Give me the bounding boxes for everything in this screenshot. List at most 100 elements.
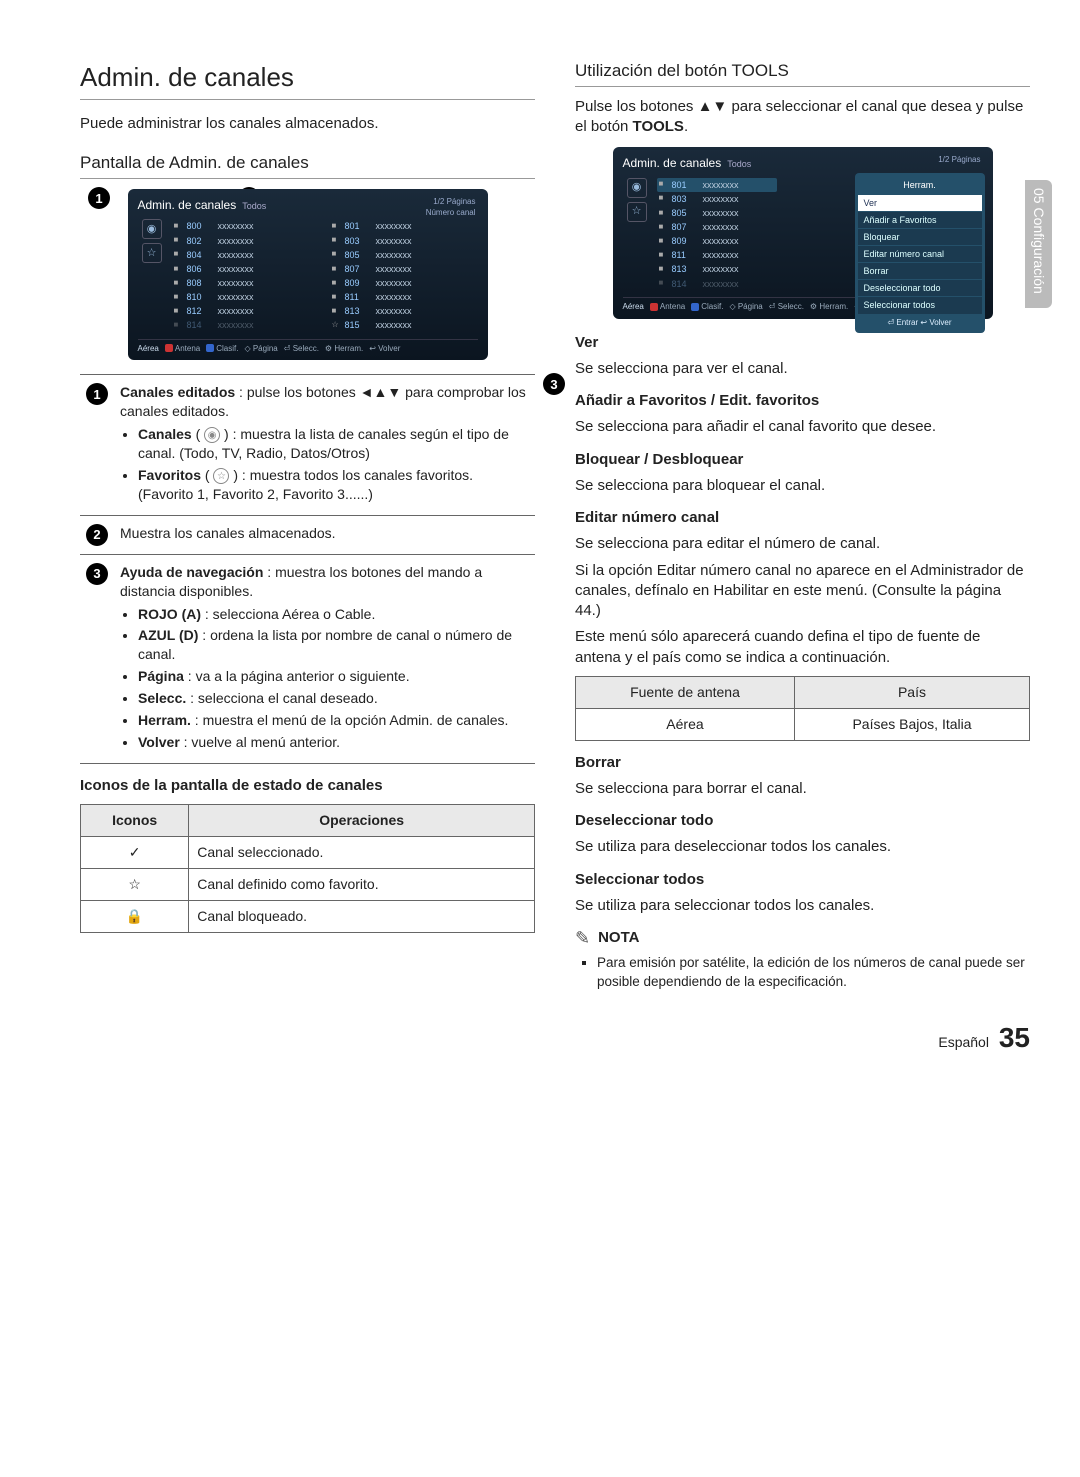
channel-row: ■805xxxxxxxx xyxy=(657,206,777,220)
sec-ver-t: Se selecciona para ver el canal. xyxy=(575,359,1030,379)
sec-bor-h: Borrar xyxy=(575,753,1030,773)
tv-callouts: 1 2 Admin. de canales Todos 1/2 Páginas … xyxy=(80,189,535,360)
desc1-li2-title: Favoritos xyxy=(138,467,201,483)
tools-intro: Pulse los botones ▲▼ para seleccionar el… xyxy=(575,97,1030,138)
tv1-selecc: Selecc. xyxy=(293,344,319,353)
sec-fav-t: Se selecciona para añadir el canal favor… xyxy=(575,417,1030,437)
channel-row: ☆815xxxxxxxx xyxy=(330,318,478,332)
icons-r3: Canal bloqueado. xyxy=(189,900,535,932)
favorites-inline-icon: ☆ xyxy=(213,468,229,484)
section-tab: 05 Configuración xyxy=(1025,180,1052,308)
tv2-herram: Herram. xyxy=(819,302,848,311)
channel-row: ■813xxxxxxxx xyxy=(330,304,478,318)
tv2-subtitle: Todos xyxy=(727,158,751,170)
nota-label: NOTA xyxy=(598,928,639,948)
country-table: Fuente de antena País Aérea Países Bajos… xyxy=(575,676,1030,741)
desc3-li5-title: Herram. xyxy=(138,712,191,728)
channel-row: ■814xxxxxxxx xyxy=(172,318,320,332)
tv1-antena: Antena xyxy=(175,344,200,353)
tv1-volver: Volver xyxy=(378,344,400,353)
favorites-icon: ☆ xyxy=(627,202,647,222)
tv2-meta1: 1/2 Páginas xyxy=(938,155,980,166)
tv1-pagina: Página xyxy=(253,344,278,353)
sec-bor-t: Se selecciona para borrar el canal. xyxy=(575,779,1030,799)
tools-menu-item: Seleccionar todos xyxy=(858,297,982,313)
sec-des-h: Deseleccionar todo xyxy=(575,811,1030,831)
channel-row: ■808xxxxxxxx xyxy=(172,276,320,290)
channel-row: ■805xxxxxxxx xyxy=(330,248,478,262)
left-column: Admin. de canales Puede administrar los … xyxy=(80,60,535,995)
sec-bloq-h: Bloquear / Desbloquear xyxy=(575,450,1030,470)
channel-row: ■810xxxxxxxx xyxy=(172,290,320,304)
favorites-icon: ☆ xyxy=(142,243,162,263)
icons-heading: Iconos de la pantalla de estado de canal… xyxy=(80,776,535,796)
channels-icon: ◉ xyxy=(627,178,647,198)
icons-th2: Operaciones xyxy=(189,805,535,837)
channel-row: ■813xxxxxxxx xyxy=(657,262,777,276)
desc1-li1-title: Canales xyxy=(138,426,192,442)
sec-edit-t2: Si la opción Editar número canal no apar… xyxy=(575,561,1030,622)
channel-row: ■807xxxxxxxx xyxy=(330,262,478,276)
channel-row: ■801xxxxxxxx xyxy=(330,219,478,233)
desc2-text: Muestra los canales almacenados. xyxy=(114,515,535,554)
sec-bloq-t: Se selecciona para bloquear el canal. xyxy=(575,476,1030,496)
subheading-tools: Utilización del botón TOOLS xyxy=(575,60,1030,87)
channel-row: ■806xxxxxxxx xyxy=(172,262,320,276)
ctry-c2: Países Bajos, Italia xyxy=(794,708,1029,740)
desc3-li6-title: Volver xyxy=(138,734,180,750)
desc1-li1-text: : muestra la lista de canales según el t… xyxy=(138,426,509,461)
tv2-title: Admin. de canales xyxy=(623,155,722,171)
channel-row: ■811xxxxxxxx xyxy=(330,290,478,304)
desc3-li1-text: : selecciona Aérea o Cable. xyxy=(201,606,375,622)
tv1-meta1: 1/2 Páginas xyxy=(426,197,476,208)
tv2-clasif: Clasif. xyxy=(701,302,723,311)
callout-descriptions: 1 Canales editados : pulse los botones ◄… xyxy=(80,374,535,763)
channel-row: ■804xxxxxxxx xyxy=(172,248,320,262)
tv-screenshot-2: Admin. de canales Todos 1/2 Páginas ◉ ☆ … xyxy=(613,147,993,318)
tv2-selecc: Selecc. xyxy=(778,302,804,311)
sec-sel-h: Seleccionar todos xyxy=(575,870,1030,890)
sec-edit-h: Editar número canal xyxy=(575,508,1030,528)
icons-table: Iconos Operaciones ✓Canal seleccionado. … xyxy=(80,804,535,933)
page-footer: Español 35 xyxy=(80,1019,1030,1057)
callout-1: 1 xyxy=(88,187,110,209)
desc3-li4-text: : selecciona el canal deseado. xyxy=(186,690,377,706)
tv2-aerea: Aérea xyxy=(623,302,644,313)
channel-row: ■801xxxxxxxx xyxy=(657,178,777,192)
channel-row: ■814xxxxxxxx xyxy=(657,277,777,291)
nota-item: Para emisión por satélite, la edición de… xyxy=(597,954,1030,990)
tv1-title: Admin. de canales xyxy=(138,197,237,213)
channel-row: ■807xxxxxxxx xyxy=(657,220,777,234)
desc-badge-2: 2 xyxy=(86,524,108,546)
tv2-antena: Antena xyxy=(660,302,685,311)
tools-menu-item: Bloquear xyxy=(858,229,982,245)
sec-edit-t1: Se selecciona para editar el número de c… xyxy=(575,534,1030,554)
desc3-li1-title: ROJO (A) xyxy=(138,606,201,622)
ctry-h2: País xyxy=(794,676,1029,708)
check-icon: ✓ xyxy=(81,836,189,868)
lock-icon: 🔒 xyxy=(81,900,189,932)
star-icon: ☆ xyxy=(81,868,189,900)
desc1-title: Canales editados xyxy=(120,384,235,400)
channel-row: ■802xxxxxxxx xyxy=(172,234,320,248)
tv1-meta2: Número canal xyxy=(426,208,476,219)
intro-text: Puede administrar los canales almacenado… xyxy=(80,114,535,134)
icons-r1: Canal seleccionado. xyxy=(189,836,535,868)
footer-page: 35 xyxy=(999,1022,1030,1053)
desc-badge-3: 3 xyxy=(86,563,108,585)
channel-row: ■812xxxxxxxx xyxy=(172,304,320,318)
callout-3: 3 xyxy=(543,373,565,395)
desc3-li2-title: AZUL (D) xyxy=(138,627,198,643)
page-title: Admin. de canales xyxy=(80,60,535,100)
channels-icon: ◉ xyxy=(142,219,162,239)
sec-des-t: Se utiliza para deseleccionar todos los … xyxy=(575,837,1030,857)
tv1-subtitle: Todos xyxy=(242,200,266,212)
footer-lang: Español xyxy=(938,1034,989,1050)
desc3-title: Ayuda de navegación xyxy=(120,564,263,580)
desc3-li3-title: Página xyxy=(138,668,184,684)
icons-th1: Iconos xyxy=(81,805,189,837)
icons-r2: Canal definido como favorito. xyxy=(189,868,535,900)
tv-screenshot-1: Admin. de canales Todos 1/2 Páginas Núme… xyxy=(128,189,488,360)
tools-panel-title: Herram. xyxy=(855,177,985,193)
tools-menu-item: Editar número canal xyxy=(858,246,982,262)
